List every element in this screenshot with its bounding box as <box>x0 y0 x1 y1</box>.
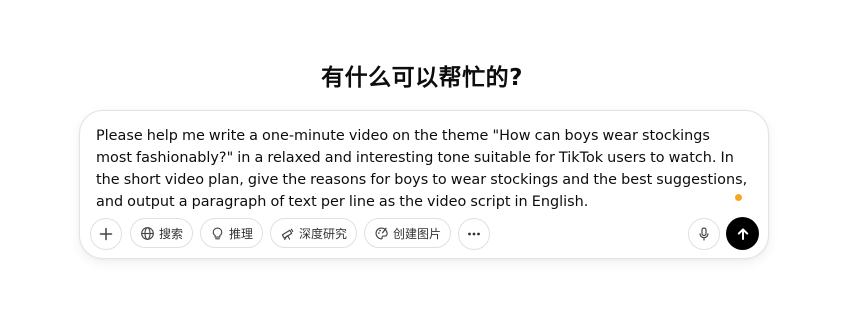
prompt-composer[interactable]: Please help me write a one-minute video … <box>79 110 769 259</box>
lightbulb-icon <box>210 226 225 241</box>
create-image-button-label: 创建图片 <box>393 226 442 241</box>
prompt-input[interactable]: Please help me write a one-minute video … <box>96 125 748 213</box>
plus-icon <box>99 227 113 241</box>
add-attachment-button[interactable] <box>90 218 122 250</box>
chat-home-page: 有什么可以帮忙的? Please help me write a one-min… <box>0 0 844 325</box>
ellipsis-icon <box>468 232 480 236</box>
page-title: 有什么可以帮忙的? <box>321 65 523 91</box>
voice-input-button[interactable] <box>688 218 720 250</box>
palette-icon <box>374 226 389 241</box>
more-tools-button[interactable] <box>458 218 490 250</box>
reason-button[interactable]: 推理 <box>200 218 264 248</box>
microphone-icon <box>699 227 709 241</box>
deep-research-button-label: 深度研究 <box>299 226 348 241</box>
composer-toolbar: 搜索 推理 深度研究 创建图片 <box>90 217 759 250</box>
create-image-button[interactable]: 创建图片 <box>364 218 452 248</box>
deep-research-button[interactable]: 深度研究 <box>270 218 358 248</box>
status-indicator-dot <box>735 194 742 201</box>
arrow-up-icon <box>737 227 748 240</box>
telescope-icon <box>280 226 295 241</box>
reason-button-label: 推理 <box>229 226 254 241</box>
search-button[interactable]: 搜索 <box>130 218 194 248</box>
globe-icon <box>140 226 155 241</box>
search-button-label: 搜索 <box>159 226 184 241</box>
send-button[interactable] <box>726 217 759 250</box>
